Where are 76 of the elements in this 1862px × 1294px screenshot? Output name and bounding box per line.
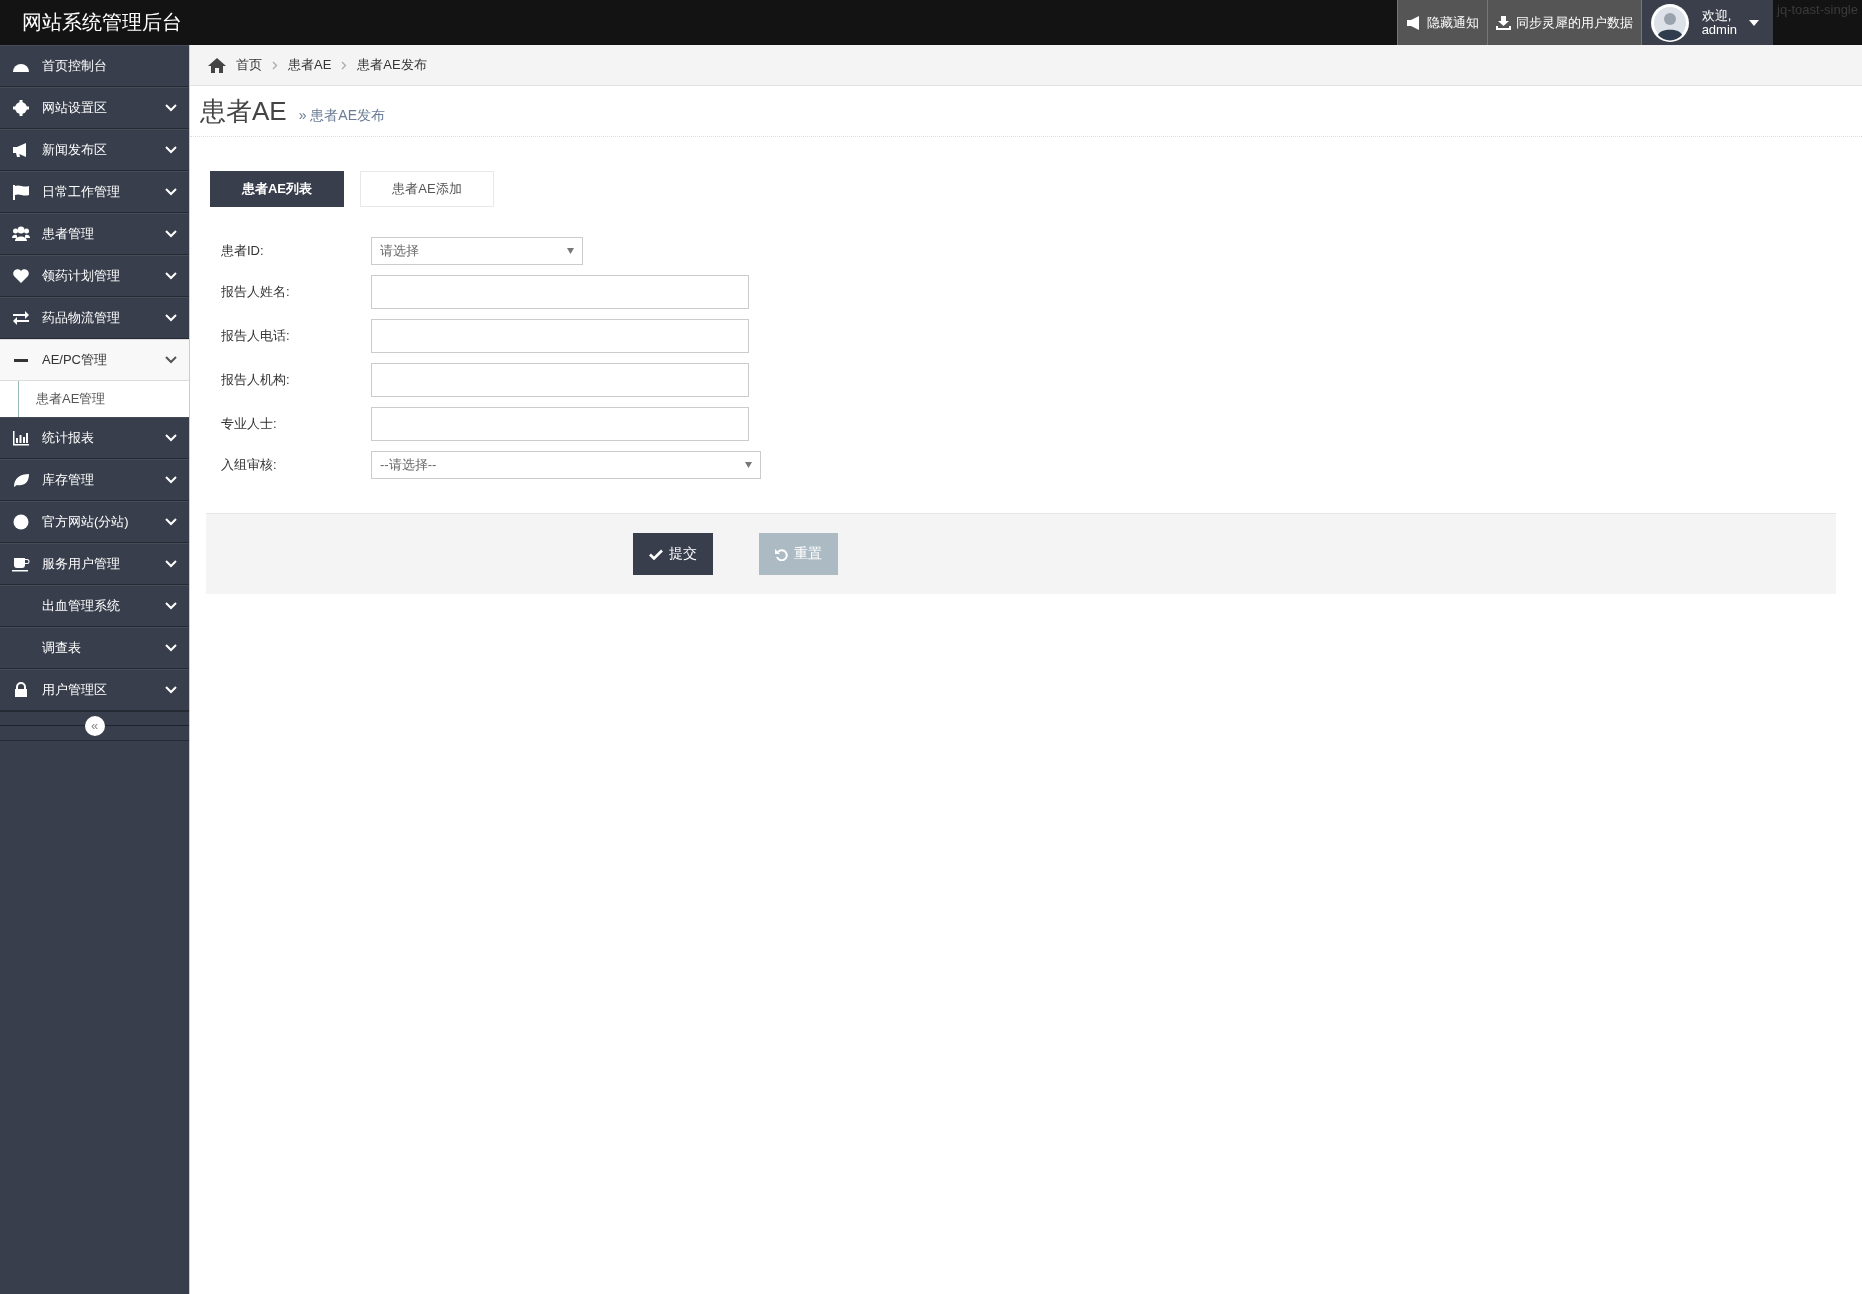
sidebar-item[interactable]: 首页控制台 — [0, 45, 189, 87]
chevron-icon — [165, 434, 177, 442]
sidebar-item[interactable]: 官方网站(分站) — [0, 501, 189, 543]
sidebar-item[interactable]: 网站设置区 — [0, 87, 189, 129]
caret-icon — [1749, 19, 1760, 26]
greeting-text: 欢迎, — [1701, 8, 1733, 23]
field-label: 报告人机构: — [221, 371, 291, 389]
submit-button[interactable]: 提交 — [633, 533, 713, 575]
chevron-icon — [165, 476, 177, 484]
chevron-icon — [165, 644, 177, 652]
flag-icon — [12, 184, 30, 200]
sidebar-item[interactable]: 调查表 — [0, 627, 189, 669]
breadcrumb-link[interactable]: 患者AE — [288, 56, 332, 74]
field-label: 患者ID: — [221, 242, 265, 260]
dropdown-arrow-icon — [745, 462, 752, 468]
header-action-button[interactable]: 隐藏通知 — [1396, 0, 1487, 45]
breadcrumb-separator-icon — [341, 60, 348, 70]
sidebar-item[interactable]: 统计报表 — [0, 417, 189, 459]
megaphone-icon — [1405, 15, 1422, 30]
download-icon — [1495, 15, 1511, 30]
collapse-sidebar-button[interactable]: « — [84, 716, 105, 736]
user-name: admin — [1701, 22, 1738, 37]
page-subtitle: » 患者AE发布 — [298, 107, 386, 125]
sidebar-item[interactable]: 新闻发布区 — [0, 129, 189, 171]
avatar-icon — [1649, 2, 1690, 43]
check-icon — [649, 548, 663, 560]
chevron-icon — [165, 560, 177, 568]
select-field[interactable]: 请选择 — [371, 237, 583, 265]
header-action-button[interactable]: 同步灵犀的用户数据 — [1486, 0, 1641, 45]
site-title: 网站系统管理后台 — [21, 10, 182, 35]
breadcrumb-separator-icon — [272, 60, 278, 70]
chevron-icon — [165, 104, 177, 112]
dropdown-arrow-icon — [567, 248, 574, 254]
input-field[interactable] — [371, 319, 749, 353]
bar-chart-icon — [12, 430, 30, 446]
sidebar-item[interactable]: 服务用户管理 — [0, 543, 189, 585]
chevron-icon — [165, 518, 177, 526]
chevron-icon — [165, 146, 177, 154]
page-title: 患者AE — [200, 95, 287, 128]
lock-icon — [12, 682, 30, 698]
chevron-icon — [165, 686, 177, 694]
select-field[interactable]: --请选择-- — [371, 451, 761, 479]
field-label: 专业人士: — [221, 415, 278, 433]
sidebar-item[interactable]: AE/PC管理 — [0, 339, 189, 381]
field-label: 入组审核: — [221, 456, 278, 474]
tab[interactable]: 患者AE添加 — [360, 171, 494, 207]
users-icon — [12, 226, 30, 242]
cup-icon — [12, 556, 30, 572]
sidebar-item[interactable]: 患者管理 — [0, 213, 189, 255]
chevron-icon — [165, 272, 177, 280]
leaf-icon — [12, 472, 30, 488]
input-field[interactable] — [371, 275, 749, 309]
chevron-icon — [165, 356, 177, 364]
breadcrumb-link[interactable]: 患者AE发布 — [357, 56, 427, 74]
sidebar-item[interactable]: 出血管理系统 — [0, 585, 189, 627]
chevron-icon — [165, 602, 177, 610]
sidebar-subitem[interactable]: 患者AE管理 — [0, 381, 189, 417]
minus-bar-icon — [14, 358, 28, 362]
field-label: 报告人电话: — [221, 327, 291, 345]
user-menu[interactable]: 欢迎, admin — [1640, 0, 1774, 45]
tab[interactable]: 患者AE列表 — [210, 171, 344, 207]
swap-arrows-icon — [12, 310, 30, 326]
heart-icon — [12, 268, 30, 284]
chevron-icon — [165, 314, 177, 322]
settings-icon — [12, 100, 30, 116]
undo-icon — [775, 547, 788, 561]
sidebar-item[interactable]: 日常工作管理 — [0, 171, 189, 213]
chevron-icon — [165, 230, 177, 238]
chevron-icon — [165, 188, 177, 196]
input-field[interactable] — [371, 407, 749, 441]
sidebar-item[interactable]: 领药计划管理 — [0, 255, 189, 297]
input-field[interactable] — [371, 363, 749, 397]
home-icon — [208, 57, 226, 73]
field-label: 报告人姓名: — [221, 283, 291, 301]
breadcrumb-link[interactable]: 首页 — [236, 56, 262, 74]
sidebar-item[interactable]: 库存管理 — [0, 459, 189, 501]
